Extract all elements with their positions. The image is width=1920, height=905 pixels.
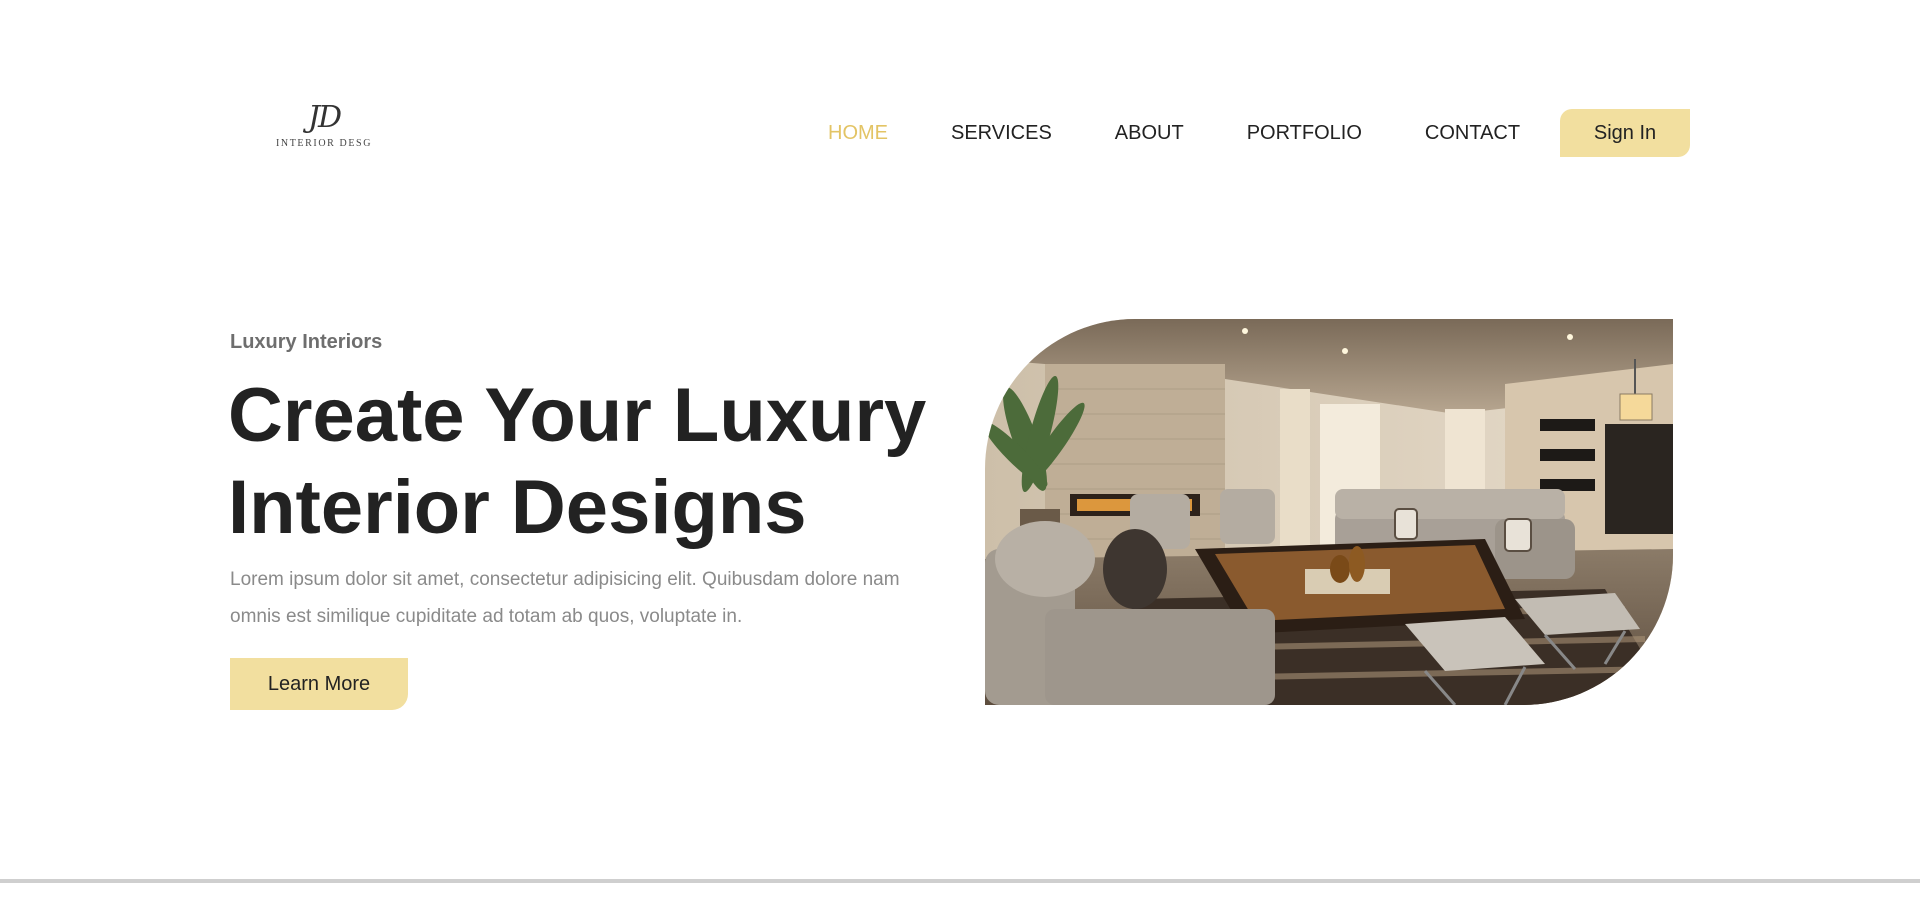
brand-logo[interactable]: JD INTERIOR DESG	[268, 100, 380, 158]
hero-title-line-2: Interior Designs	[228, 465, 807, 550]
nav-item-about[interactable]: ABOUT	[1115, 109, 1184, 157]
bottom-divider	[0, 879, 1920, 883]
nav-item-portfolio[interactable]: PORTFOLIO	[1247, 109, 1362, 157]
page: JD INTERIOR DESG HOME SERVICES ABOUT POR…	[0, 0, 1920, 905]
nav-item-home[interactable]: HOME	[828, 109, 888, 157]
hero-title: Create Your Luxury Interior Designs	[228, 370, 968, 554]
hero-title-line-1: Create Your Luxury	[228, 373, 927, 458]
sign-in-button[interactable]: Sign In	[1560, 109, 1690, 157]
learn-more-button[interactable]: Learn More	[230, 658, 408, 710]
hero-eyebrow: Luxury Interiors	[230, 331, 383, 353]
nav-item-services[interactable]: SERVICES	[951, 109, 1052, 157]
main-nav: HOME SERVICES ABOUT PORTFOLIO CONTACT	[828, 109, 1520, 157]
logo-wordmark: INTERIOR DESG	[275, 138, 373, 149]
logo-monogram: JD	[307, 100, 342, 135]
hero-description: Lorem ipsum dolor sit amet, consectetur …	[230, 569, 900, 627]
hero-living-room-image	[985, 319, 1673, 705]
nav-item-contact[interactable]: CONTACT	[1425, 109, 1520, 157]
